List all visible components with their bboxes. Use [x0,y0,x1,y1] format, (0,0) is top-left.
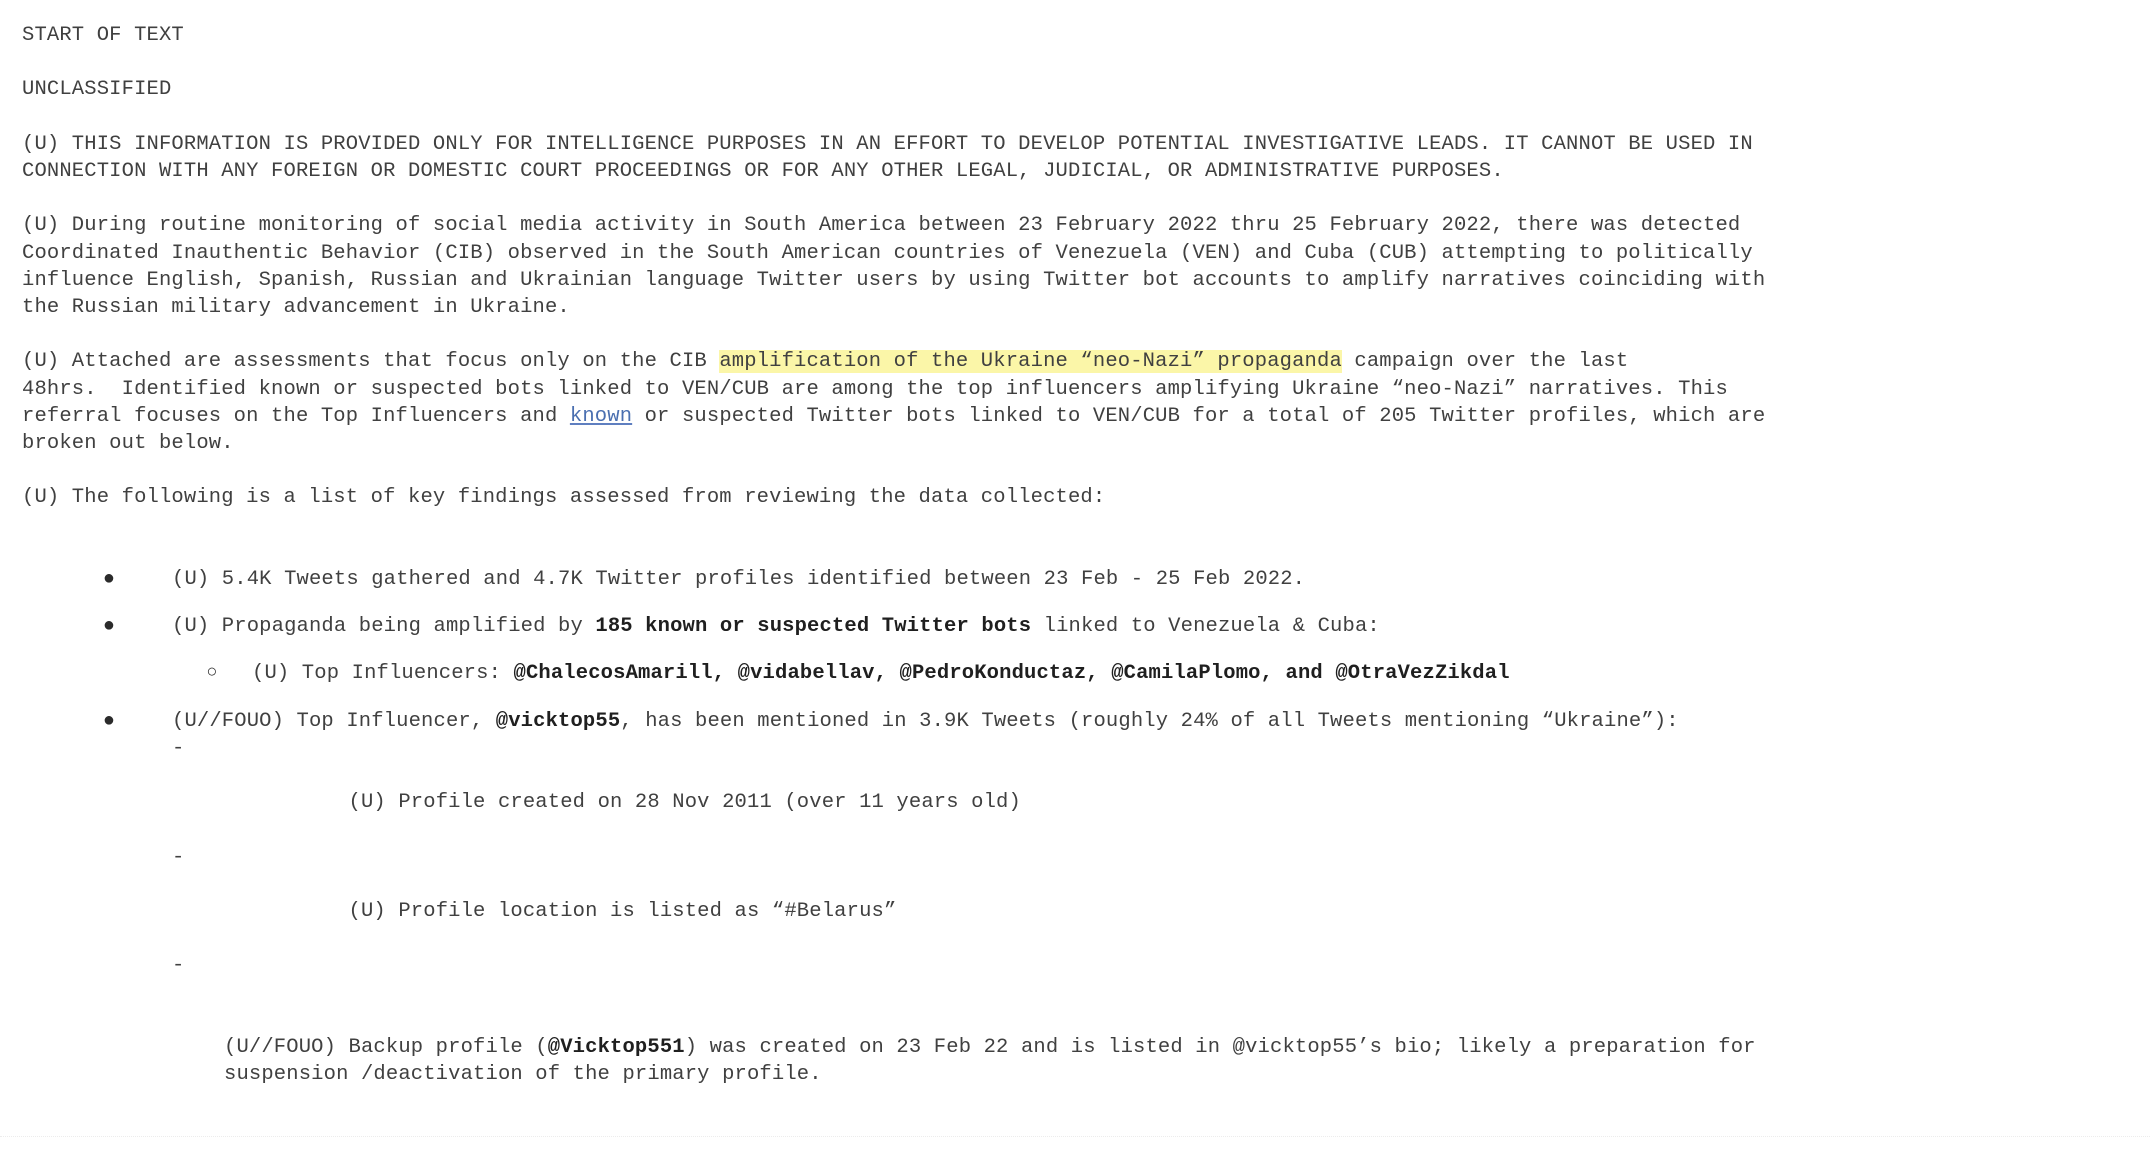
dash-marker-icon: - [172,954,185,978]
top-influencers-line: (U) Top Influencers: @ChalecosAmarill, @… [252,662,1510,685]
vicktop-prefix: (U//FOUO) Top Influencer, [172,709,496,733]
classification-banner: UNCLASSIFIED [22,78,172,102]
disclaimer-paragraph: (U) THIS INFORMATION IS PROVIDED ONLY FO… [22,132,1753,183]
bullet-disc-icon: ● [102,615,116,639]
sub-list-item-profile-created: - (U) Profile created on 28 Nov 2011 (ov… [172,735,2150,844]
key-findings-list: ● (U) 5.4K Tweets gathered and 4.7K Twit… [0,566,2150,1162]
top-influencers-handles: @ChalecosAmarill, @vidabellav, @PedroKon… [513,662,1510,686]
backup-profile-text: (U//FOUO) Backup profile (@Vicktop551) w… [172,1034,2150,1088]
attached-assessments-paragraph: (U) Attached are assessments that focus … [0,348,2150,457]
sub-list-item-top-influencers: ○ (U) Top Influencers: @ChalecosAmarill,… [172,660,2150,687]
sub-list-item-backup-profile: - (U//FOUO) Backup profile (@Vicktop551)… [172,952,2150,1142]
backup-handle-bold: @Vicktop551 [547,1036,685,1059]
backup-prefix: (U//FOUO) Backup profile ( [224,1036,548,1059]
highlighted-phrase-neo-nazi-propaganda: amplification of the Ukraine “neo-Nazi” … [719,350,1342,374]
page-bottom-rule [0,1136,2150,1138]
finding-tweets-gathered: (U) 5.4K Tweets gathered and 4.7K Twitte… [172,567,1306,591]
finding-vicktop55: (U//FOUO) Top Influencer, @vicktop55, ha… [172,710,1679,733]
top-influencers-prefix: (U) Top Influencers: [252,662,514,686]
document-page: START OF TEXT UNCLASSIFIED (U) THIS INFO… [0,0,2150,1162]
monitoring-paragraph: (U) During routine monitoring of social … [22,214,1766,319]
dash-marker-icon: - [172,845,185,869]
propaganda-bot-count-bold: 185 known or suspected Twitter bots [595,615,1032,639]
propaganda-suffix: linked to Venezuela & Cuba: [1031,615,1380,639]
sub-list-item-profile-location: - (U) Profile location is listed as “#Be… [172,844,2150,953]
profile-location-text: (U) Profile location is listed as “#Bela… [348,899,897,923]
list-item: ● (U) Propaganda being amplified by 185 … [0,613,2150,687]
propaganda-prefix: (U) Propaganda being amplified by [172,615,596,639]
profile-created-text: (U) Profile created on 28 Nov 2011 (over… [348,791,1021,815]
vicktop-handle-bold: @vicktop55 [495,709,621,733]
dash-marker-icon: - [172,736,185,760]
list-item: ● (U) 5.4K Tweets gathered and 4.7K Twit… [0,566,2150,593]
document-body: START OF TEXT UNCLASSIFIED (U) THIS INFO… [0,22,2150,1162]
bullet-disc-icon: ● [102,709,116,733]
key-findings-lead: (U) The following is a list of key findi… [22,486,1106,510]
list-item: ● (U//FOUO) Top Influencer, @vicktop55, … [0,708,2150,1143]
known-hyperlink[interactable]: known [570,405,632,428]
vicktop-suffix: , has been mentioned in 3.9K Tweets (rou… [620,709,1679,733]
attached-text-before-highlight: (U) Attached are assessments that focus … [22,350,720,374]
start-of-text-marker: START OF TEXT [22,24,184,47]
finding-propaganda-bots: (U) Propaganda being amplified by 185 kn… [172,615,1380,638]
bullet-circle-icon: ○ [206,663,218,684]
bullet-disc-icon: ● [102,567,116,591]
